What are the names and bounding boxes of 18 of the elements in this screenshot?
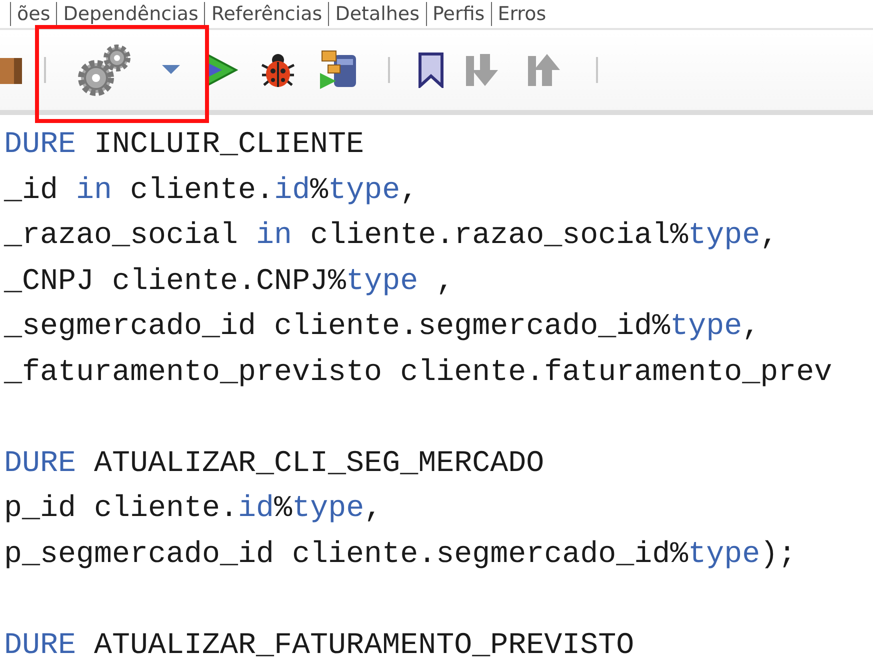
bookmark-icon[interactable] — [418, 52, 444, 88]
code-line: DURE ATUALIZAR_CLI_SEG_MERCADO — [4, 446, 546, 482]
tab[interactable]: Referências — [204, 2, 328, 26]
tab[interactable]: Detalhes — [328, 2, 426, 26]
code-line: _id in cliente.id%type, — [4, 172, 420, 210]
tab[interactable]: ões — [10, 2, 56, 26]
tab[interactable]: Erros — [490, 2, 552, 26]
tab[interactable]: Dependências — [56, 2, 204, 26]
code-line: _razao_social in cliente.razao_social%type, — [4, 218, 780, 255]
code-line: DURE INCLUIR_CLIENTE — [4, 127, 366, 164]
code-line: _CNPJ cliente.CNPJ%type , — [4, 264, 456, 300]
code-line: _faturamento_previsto cliente.faturamento_prev — [4, 354, 834, 392]
code-line: p_id cliente.id%type, — [4, 491, 384, 528]
code-line: DURE ATUALIZAR_FATURAMENTO_PREVISTO — [4, 628, 636, 663]
code-line: p_segmercado_id cliente.segmercado_id%type); — [4, 536, 798, 574]
code-line: _segmercado_id cliente.segmercado_id%type, — [4, 309, 762, 346]
caret-icon[interactable] — [162, 65, 180, 75]
tab[interactable]: Perfis — [426, 2, 491, 26]
